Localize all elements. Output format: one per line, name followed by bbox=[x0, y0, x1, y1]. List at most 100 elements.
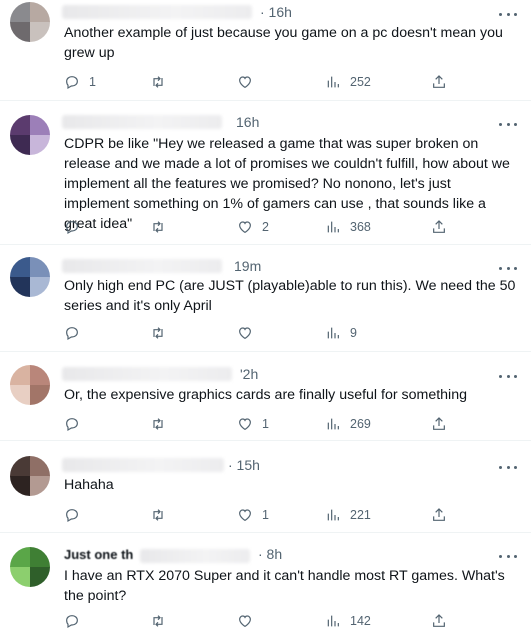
like-button[interactable]: 1 bbox=[237, 505, 269, 525]
avatar-pixel bbox=[30, 135, 50, 155]
avatar-pixel bbox=[10, 547, 30, 567]
views-bar-chart-icon bbox=[327, 509, 339, 521]
views-button[interactable]: 9 bbox=[325, 323, 357, 343]
timestamp[interactable]: · 15h bbox=[228, 457, 260, 473]
author-name-blurred[interactable] bbox=[62, 458, 224, 472]
retweet-button[interactable] bbox=[150, 414, 175, 434]
reply-button[interactable] bbox=[64, 414, 89, 434]
avatar-pixel bbox=[10, 567, 30, 587]
author-name-blurred[interactable] bbox=[62, 259, 222, 273]
avatar-pixel bbox=[30, 22, 50, 42]
retweet-button[interactable] bbox=[150, 611, 175, 631]
retweet-button[interactable] bbox=[150, 323, 175, 343]
more-options-button[interactable] bbox=[499, 261, 517, 275]
share-button[interactable] bbox=[431, 72, 447, 92]
reply-item[interactable]: 16h CDPR be like "Hey we released a game… bbox=[0, 101, 531, 245]
share-button[interactable] bbox=[431, 414, 447, 434]
retweet-button[interactable] bbox=[150, 217, 175, 237]
avatar-pixel bbox=[30, 476, 50, 496]
views-button[interactable]: 221 bbox=[325, 505, 371, 525]
reply-item[interactable]: Just one th · 8h I have an RTX 2070 Supe… bbox=[0, 533, 531, 634]
more-options-button[interactable] bbox=[499, 117, 517, 131]
avatar-pixel bbox=[10, 277, 30, 297]
reply-bubble-icon bbox=[66, 221, 78, 235]
like-button[interactable] bbox=[237, 611, 262, 631]
more-dot bbox=[506, 122, 510, 126]
reply-item[interactable]: · 16h Another example of just because yo… bbox=[0, 0, 531, 101]
view-count: 269 bbox=[350, 417, 371, 431]
reply-button[interactable]: 1 bbox=[64, 72, 96, 92]
like-count: 2 bbox=[262, 220, 269, 234]
view-count: 252 bbox=[350, 75, 371, 89]
avatar-pixel bbox=[30, 456, 50, 476]
timestamp[interactable]: 19m bbox=[234, 258, 261, 274]
reply-text: I have an RTX 2070 Super and it can't ha… bbox=[64, 568, 505, 604]
share-upload-icon bbox=[433, 75, 445, 88]
more-dots-icon bbox=[499, 266, 502, 270]
reply-text: Another example of just because you game… bbox=[64, 25, 503, 61]
reply-button[interactable] bbox=[64, 505, 89, 525]
share-button[interactable] bbox=[431, 611, 447, 631]
avatar-pixel bbox=[10, 2, 30, 22]
heart-icon bbox=[239, 76, 251, 89]
more-dot bbox=[514, 554, 517, 558]
views-button[interactable]: 368 bbox=[325, 217, 371, 237]
more-dot bbox=[506, 266, 510, 270]
timestamp[interactable]: '2h bbox=[240, 366, 258, 382]
reply-text: Hahaha bbox=[64, 477, 114, 493]
views-button[interactable]: 252 bbox=[325, 72, 371, 92]
timestamp[interactable]: · 16h bbox=[260, 4, 292, 20]
author-name-partial[interactable]: Just one th bbox=[64, 547, 133, 562]
views-bar-chart-icon bbox=[327, 327, 339, 339]
views-bar-chart-icon bbox=[327, 76, 339, 88]
more-dots-icon bbox=[499, 554, 502, 558]
reply-item[interactable]: · 15h Hahaha 1 221 bbox=[0, 441, 531, 533]
author-name-blurred[interactable] bbox=[62, 367, 232, 381]
reply-bubble-icon bbox=[66, 418, 78, 432]
author-name-blurred[interactable] bbox=[140, 549, 250, 563]
avatar-pixel bbox=[30, 567, 50, 587]
view-count: 368 bbox=[350, 220, 371, 234]
avatar[interactable] bbox=[10, 257, 50, 297]
like-button[interactable] bbox=[237, 323, 262, 343]
avatar[interactable] bbox=[10, 456, 50, 496]
more-options-button[interactable] bbox=[499, 549, 517, 563]
share-upload-icon bbox=[433, 417, 445, 430]
timestamp[interactable]: 16h bbox=[236, 114, 259, 130]
avatar[interactable] bbox=[10, 2, 50, 42]
heart-icon bbox=[239, 615, 251, 628]
avatar-pixel bbox=[30, 115, 50, 135]
views-button[interactable]: 142 bbox=[325, 611, 371, 631]
views-bar-chart-icon bbox=[327, 615, 339, 627]
share-button[interactable] bbox=[431, 217, 447, 237]
more-options-button[interactable] bbox=[499, 460, 517, 474]
more-dot bbox=[514, 12, 517, 16]
reply-button[interactable] bbox=[64, 217, 89, 237]
reply-item[interactable]: 19m Only high end PC (are JUST (playable… bbox=[0, 245, 531, 352]
more-dot bbox=[514, 122, 517, 126]
like-button[interactable]: 2 bbox=[237, 217, 269, 237]
avatar[interactable] bbox=[10, 365, 50, 405]
view-count: 9 bbox=[350, 326, 357, 340]
reply-item[interactable]: '2h Or, the expensive graphics cards are… bbox=[0, 352, 531, 441]
more-options-button[interactable] bbox=[499, 369, 517, 383]
like-button[interactable]: 1 bbox=[237, 414, 269, 434]
avatar-pixel bbox=[10, 135, 30, 155]
share-button[interactable] bbox=[431, 505, 447, 525]
action-bar: 9 bbox=[64, 323, 524, 343]
like-button[interactable] bbox=[237, 72, 262, 92]
avatar[interactable] bbox=[10, 115, 50, 155]
views-bar-chart-icon bbox=[327, 221, 339, 233]
avatar-pixel bbox=[10, 385, 30, 405]
reply-button[interactable] bbox=[64, 323, 89, 343]
author-name-blurred[interactable] bbox=[62, 5, 252, 19]
retweet-button[interactable] bbox=[150, 72, 175, 92]
timestamp[interactable]: · 8h bbox=[258, 546, 282, 562]
views-button[interactable]: 269 bbox=[325, 414, 371, 434]
more-options-button[interactable] bbox=[499, 7, 517, 21]
author-name-blurred[interactable] bbox=[62, 115, 222, 129]
reply-button[interactable] bbox=[64, 611, 89, 631]
more-dot bbox=[506, 374, 510, 378]
avatar[interactable] bbox=[10, 547, 50, 587]
retweet-button[interactable] bbox=[150, 505, 175, 525]
